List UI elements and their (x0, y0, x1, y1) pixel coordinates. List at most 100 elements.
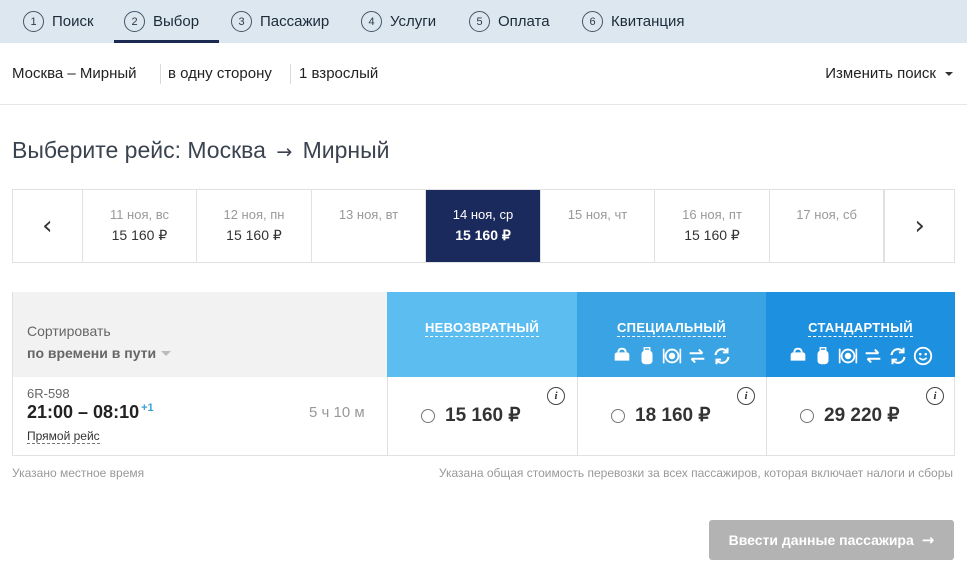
refund-icon (890, 347, 906, 365)
date-label: 16 ноя, пт (682, 207, 742, 222)
title-destination: Мирный (302, 137, 390, 163)
caret-down-icon (161, 350, 172, 356)
suitcase-icon (641, 347, 652, 365)
fare-price: 29 220 ₽ (824, 405, 900, 426)
arrow-right-icon: → (921, 531, 935, 549)
date-label: 12 ноя, пн (223, 207, 285, 222)
route-summary: Москва – Мирный (12, 65, 137, 82)
local-time-note: Указано местное время (12, 466, 145, 480)
step-label: Пассажир (260, 13, 330, 30)
step-label: Оплата (498, 13, 550, 30)
fare-features (766, 345, 955, 367)
date-option[interactable]: 11 ноя, вс 15 160 ₽ (83, 190, 198, 262)
step-label: Квитанция (611, 13, 685, 30)
sort-label: Сортировать (27, 323, 111, 339)
next-dates-button[interactable]: › (884, 190, 954, 262)
fare-name[interactable]: СТАНДАРТНЫЙ (808, 320, 913, 337)
direct-flight-link[interactable]: Прямой рейс (27, 430, 100, 444)
fare-radio[interactable] (611, 409, 625, 423)
date-option-selected[interactable]: 14 ноя, ср 15 160 ₽ (426, 190, 541, 262)
step-payment[interactable]: 5 Оплата (469, 0, 550, 43)
date-option[interactable]: 16 ноя, пт 15 160 ₽ (655, 190, 770, 262)
step-number: 2 (124, 11, 145, 32)
date-label: 14 ноя, ср (452, 207, 514, 222)
date-option[interactable]: 17 ноя, сб (770, 190, 885, 262)
date-price: 15 160 ₽ (455, 227, 511, 243)
step-services[interactable]: 4 Услуги (361, 0, 436, 43)
date-option[interactable]: 13 ноя, вт (312, 190, 427, 262)
sort-header: Сортировать по времени в пути (13, 292, 387, 377)
date-price: 15 160 ₽ (684, 227, 740, 243)
caret-down-icon (945, 71, 953, 76)
flight-row: 6R-598 21:00 – 08:10 +1 Прямой рейс 5 ч 1… (13, 377, 954, 456)
chevron-right-icon: › (914, 211, 925, 241)
sort-value: по времени в пути (27, 345, 157, 361)
date-label: 13 ноя, вт (338, 207, 399, 222)
step-search[interactable]: 1 Поиск (23, 0, 94, 43)
flight-number: 6R-598 (27, 386, 70, 401)
info-icon[interactable]: i (547, 387, 565, 405)
step-number: 4 (361, 11, 382, 32)
steps-bar: 1 Поиск 2 Выбор 3 Пассажир 4 Услуги 5 Оп… (0, 0, 967, 43)
step-receipt[interactable]: 6 Квитанция (582, 0, 685, 43)
date-price: 15 160 ₽ (226, 227, 282, 243)
change-search-button[interactable]: Изменить поиск (825, 65, 953, 82)
fare-header-nonrefundable: НЕВОЗВРАТНЫЙ (387, 292, 577, 377)
fare-option-standard[interactable]: 29 220 ₽ i (766, 377, 955, 456)
title-origin: Выберите рейс: Москва (12, 137, 266, 163)
step-number: 5 (469, 11, 490, 32)
bag-icon (790, 347, 806, 361)
fare-price: 15 160 ₽ (445, 405, 521, 426)
info-icon[interactable]: i (926, 387, 944, 405)
date-label: 11 ноя, вс (109, 207, 169, 222)
enter-passenger-data-button[interactable]: Ввести данные пассажира → (709, 520, 954, 560)
step-select[interactable]: 2 Выбор (113, 0, 220, 43)
fare-price: 18 160 ₽ (635, 405, 711, 426)
step-passenger[interactable]: 3 Пассажир (231, 0, 329, 43)
fare-name[interactable]: СПЕЦИАЛЬНЫЙ (616, 320, 726, 337)
change-search-label: Изменить поиск (825, 65, 936, 82)
refund-icon (713, 347, 730, 365)
page-title: Выберите рейс: Москва → Мирный (12, 137, 390, 164)
chevron-left-icon: ‹ (42, 211, 53, 241)
step-number: 3 (231, 11, 252, 32)
info-icon[interactable]: i (737, 387, 755, 405)
fare-name[interactable]: НЕВОЗВРАТНЫЙ (424, 320, 540, 337)
flight-duration: 5 ч 10 м (309, 404, 365, 421)
meal-icon (838, 348, 858, 364)
date-selector: ‹ 11 ноя, вс 15 160 ₽ 12 ноя, пн 15 160 … (12, 189, 955, 263)
bag-icon (614, 347, 629, 361)
passengers-count: 1 взрослый (299, 65, 379, 82)
day-offset: +1 (141, 402, 154, 414)
sort-dropdown[interactable]: по времени в пути (27, 345, 172, 361)
date-label: 15 ноя, чт (567, 207, 628, 222)
meal-icon (662, 348, 681, 364)
smile-icon (913, 346, 933, 366)
arrow-right-icon: → (276, 141, 293, 163)
fare-option-special[interactable]: 18 160 ₽ i (577, 377, 766, 456)
fare-option-nonrefundable[interactable]: 15 160 ₽ i (387, 377, 576, 456)
step-label: Поиск (52, 13, 94, 30)
button-label: Ввести данные пассажира (728, 532, 914, 548)
suitcase-icon (817, 347, 829, 365)
step-label: Выбор (153, 13, 200, 30)
separator (290, 64, 291, 84)
date-option[interactable]: 12 ноя, пн 15 160 ₽ (197, 190, 312, 262)
exchange-icon (689, 348, 704, 364)
fare-radio[interactable] (800, 409, 814, 423)
search-summary: Москва – Мирный в одну сторону 1 взрослы… (0, 43, 967, 105)
step-label: Услуги (390, 13, 437, 30)
fare-header-standard: СТАНДАРТНЫЙ (766, 292, 955, 377)
flight-time: 21:00 – 08:10 +1 (27, 402, 154, 423)
date-label: 17 ноя, сб (796, 207, 857, 222)
fare-radio[interactable] (421, 409, 435, 423)
fare-header-special: СПЕЦИАЛЬНЫЙ (577, 292, 766, 377)
fare-features (577, 345, 766, 367)
fare-table: Сортировать по времени в пути НЕВОЗВРАТН… (12, 292, 955, 456)
date-price: 15 160 ₽ (111, 227, 168, 243)
date-option[interactable]: 15 ноя, чт (541, 190, 656, 262)
flight-time-range: 21:00 – 08:10 (27, 402, 140, 422)
prev-dates-button[interactable]: ‹ (13, 190, 83, 262)
trip-type: в одну сторону (168, 65, 272, 82)
separator (160, 64, 161, 84)
